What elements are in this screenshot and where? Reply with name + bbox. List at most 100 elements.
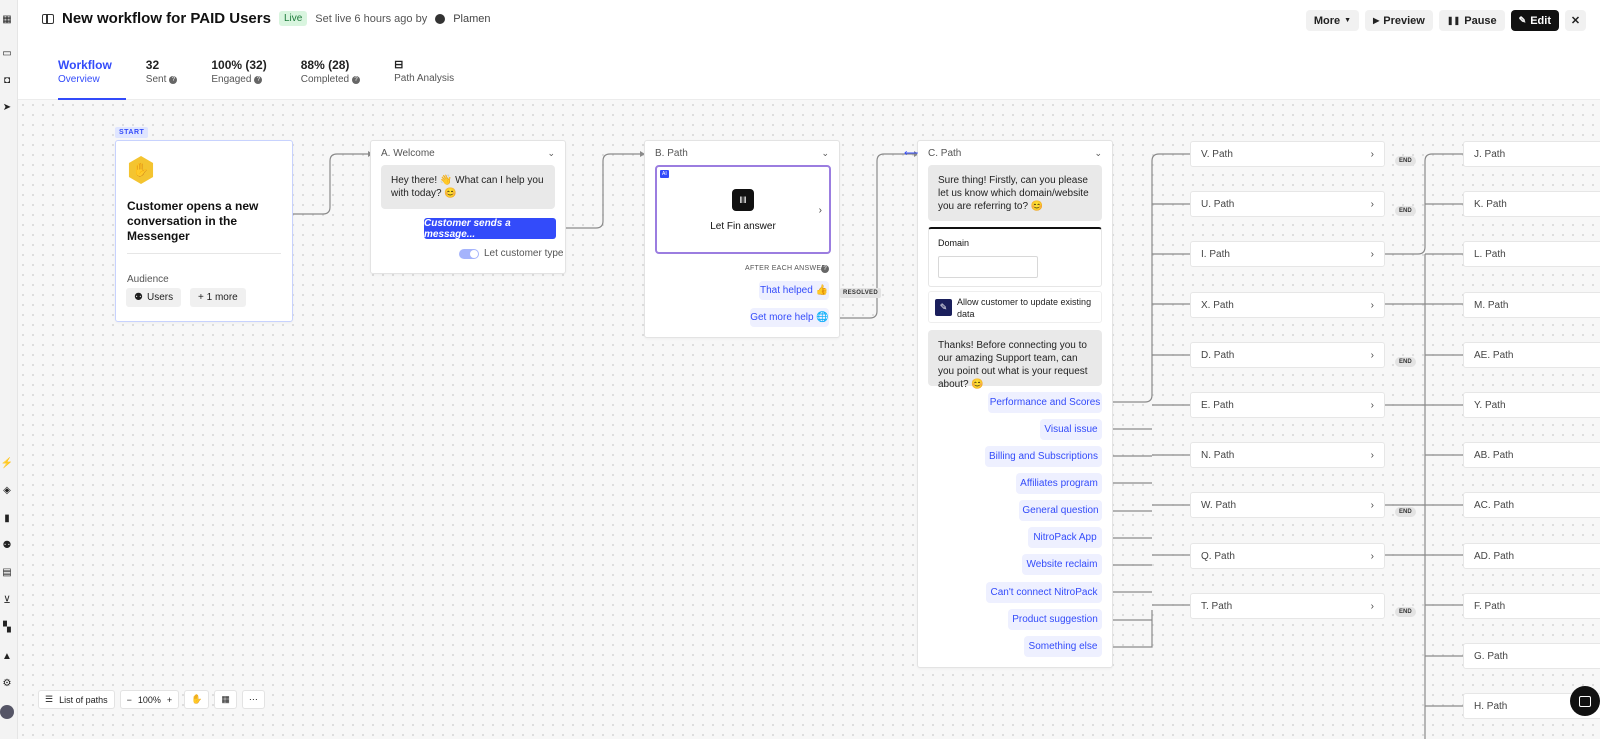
sidebar-toggle-icon[interactable]: [42, 13, 54, 24]
path-analysis-icon: ⊟: [394, 59, 404, 71]
pill-label: Users: [146, 292, 174, 303]
path-node[interactable]: W. Path ›: [1190, 492, 1385, 518]
inbox-icon[interactable]: ▭: [0, 46, 14, 60]
tab-subtitle: Overview: [58, 74, 100, 85]
help-icon[interactable]: ?: [821, 265, 829, 273]
tab-completed[interactable]: 88% (28) Completed?: [301, 58, 361, 85]
settings-icon[interactable]: ⚙: [0, 676, 14, 690]
path-node[interactable]: K. Path: [1463, 191, 1600, 217]
path-node[interactable]: J. Path: [1463, 141, 1600, 167]
book-icon[interactable]: ▤: [0, 565, 14, 579]
help-icon[interactable]: ?: [254, 75, 263, 84]
end-tag: END: [1395, 156, 1416, 166]
option-cant-connect[interactable]: Can't connect NitroPack: [986, 582, 1102, 603]
path-node[interactable]: V. Path ›: [1190, 141, 1385, 167]
tab-engaged[interactable]: 100% (32) Engaged?: [211, 58, 266, 85]
reply-that-helped[interactable]: That helped 👍: [759, 281, 829, 300]
more-options-button[interactable]: ⋯: [241, 690, 265, 709]
path-node[interactable]: AD. Path: [1463, 543, 1600, 569]
path-node[interactable]: U. Path ›: [1190, 191, 1385, 217]
option-nitropack-app[interactable]: NitroPack App: [1028, 527, 1102, 548]
hand-tool-button[interactable]: ✋: [184, 690, 210, 709]
domain-input[interactable]: [938, 256, 1038, 278]
path-node[interactable]: X. Path ›: [1190, 292, 1385, 318]
path-node[interactable]: T. Path ›: [1190, 593, 1385, 619]
path-label: X. Path: [1201, 299, 1234, 311]
option-affiliates[interactable]: Affiliates program: [1016, 473, 1102, 494]
tab-path-analysis[interactable]: ⊟ Path Analysis: [394, 58, 454, 85]
welcome-card[interactable]: A. Welcome ⌄ Hey there! 👋 What can I help…: [370, 140, 566, 274]
path-node[interactable]: N. Path ›: [1190, 442, 1385, 468]
send-icon[interactable]: ➤: [0, 100, 14, 114]
path-node[interactable]: E. Path ›: [1190, 392, 1385, 418]
workflow-title[interactable]: New workflow for PAID Users: [62, 10, 271, 27]
trigger-card[interactable]: ✋ Customer opens a new conversation in t…: [115, 140, 293, 322]
path-node[interactable]: F. Path: [1463, 593, 1600, 619]
path-label: U. Path: [1201, 198, 1235, 210]
reply-get-more-help[interactable]: Get more help 🌐: [750, 308, 829, 327]
audience-pill-users[interactable]: ⚉ Users: [126, 288, 182, 307]
path-node[interactable]: Q. Path ›: [1190, 543, 1385, 569]
tab-subtitle: Sent: [145, 74, 167, 85]
tab-workflow[interactable]: Workflow Overview: [58, 58, 126, 100]
reports-icon[interactable]: ▮: [0, 511, 14, 525]
tab-sent[interactable]: 32 Sent?: [146, 58, 178, 85]
workflow-canvas[interactable]: START ✋ Customer opens a new conversatio…: [18, 100, 1600, 739]
close-button[interactable]: ✕: [1565, 10, 1586, 31]
path-node[interactable]: D. Path ›: [1190, 342, 1385, 368]
automation-icon[interactable]: ⚡: [0, 456, 14, 470]
preview-button[interactable]: ▶ Preview: [1365, 10, 1433, 31]
path-node[interactable]: AE. Path: [1463, 342, 1600, 368]
path-node[interactable]: AB. Path: [1463, 442, 1600, 468]
chevron-right-icon: ›: [1370, 449, 1374, 461]
option-website-reclaim[interactable]: Website reclaim: [1022, 554, 1102, 575]
apps-icon[interactable]: ▚: [0, 620, 14, 634]
grid-button[interactable]: ▦: [214, 690, 237, 709]
allow-update-row[interactable]: ✎ Allow customer to update existing data: [928, 291, 1102, 323]
zoom-out-button[interactable]: −: [127, 695, 132, 705]
contacts-icon[interactable]: ⚉: [0, 538, 14, 552]
option-general-question[interactable]: General question: [1019, 500, 1102, 521]
customer-sends-message-button[interactable]: Customer sends a message...: [424, 218, 556, 240]
path-c-card[interactable]: C. Path ⌄ Sure thing! Firstly, can you pl…: [917, 140, 1113, 668]
option-performance[interactable]: Performance and Scores: [988, 392, 1102, 413]
audience-pill-more[interactable]: + 1 more: [190, 288, 246, 307]
knowledge-icon[interactable]: ◈: [0, 483, 14, 497]
pause-button[interactable]: ❚❚ Pause: [1438, 10, 1505, 31]
academy-icon[interactable]: ▲: [0, 649, 14, 663]
avatar[interactable]: [0, 705, 14, 719]
preview-label: Preview: [1383, 14, 1425, 27]
chevron-down-icon[interactable]: ⌄: [547, 148, 555, 159]
more-button[interactable]: More ▼: [1305, 10, 1360, 31]
path-node[interactable]: M. Path: [1463, 292, 1600, 318]
option-something-else[interactable]: Something else: [1024, 636, 1102, 657]
list-of-paths-button[interactable]: ☰ List of paths: [38, 690, 115, 709]
tab-value: 100% (32): [211, 58, 267, 72]
path-node[interactable]: G. Path: [1463, 643, 1600, 669]
path-node[interactable]: AC. Path: [1463, 492, 1600, 518]
path-node[interactable]: Y. Path: [1463, 392, 1600, 418]
let-customer-type-toggle[interactable]: [459, 249, 479, 259]
chevron-down-icon[interactable]: ⌄: [1094, 148, 1102, 159]
option-billing[interactable]: Billing and Subscriptions: [985, 446, 1102, 467]
end-tag: END: [1395, 357, 1416, 367]
fin-answer-block[interactable]: AI ǁǁ Let Fin answer ›: [655, 165, 831, 254]
canvas-toolbar: ☰ List of paths − 100% + ✋ ▦ ⋯: [38, 690, 265, 709]
zoom-in-button[interactable]: +: [167, 695, 172, 705]
cart-icon[interactable]: ⊻: [0, 593, 14, 607]
help-icon[interactable]: ?: [169, 75, 178, 84]
help-icon[interactable]: ?: [352, 75, 361, 84]
edit-button[interactable]: ✎ Edit: [1510, 10, 1559, 31]
option-product-suggestion[interactable]: Product suggestion: [1008, 609, 1102, 630]
workflow-header: New workflow for PAID Users Live Set liv…: [18, 0, 1600, 100]
option-visual-issue[interactable]: Visual issue: [1040, 419, 1102, 440]
messenger-launcher[interactable]: [1570, 686, 1600, 716]
chevron-down-icon[interactable]: ⌄: [821, 148, 829, 159]
app-logo-icon[interactable]: ▦: [0, 12, 14, 26]
path-node[interactable]: I. Path ›: [1190, 241, 1385, 267]
pencil-icon: ✎: [935, 299, 952, 316]
fin-icon[interactable]: ◘: [0, 73, 14, 87]
path-node[interactable]: L. Path: [1463, 241, 1600, 267]
card-title: B. Path: [655, 147, 688, 159]
path-b-card[interactable]: B. Path ⌄ AI ǁǁ Let Fin answer › AFTER EA…: [644, 140, 840, 338]
